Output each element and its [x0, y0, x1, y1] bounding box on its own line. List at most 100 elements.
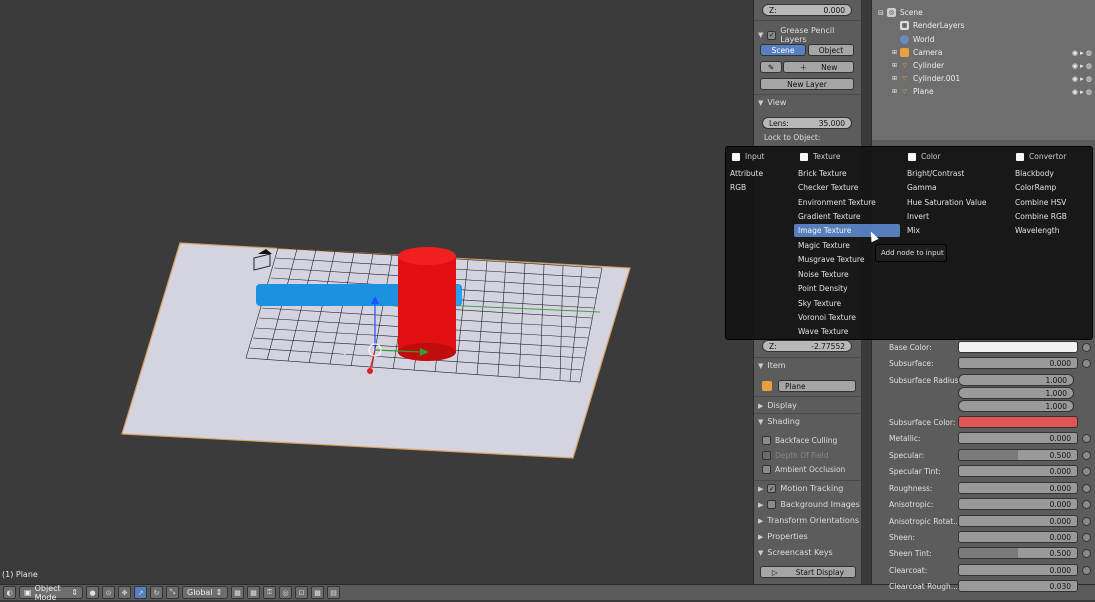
menu-item-voronoi-texture[interactable]: Voronoi Texture [794, 311, 900, 324]
visibility-eye-icon[interactable]: ◉ ▸ ◍ [1072, 88, 1092, 96]
menu-item-checker-texture[interactable]: Checker Texture [794, 181, 900, 194]
subsurface-radius-y[interactable]: 1.000 [958, 387, 1074, 399]
sheen-tint-field[interactable]: 0.500 [958, 547, 1078, 559]
editor-type-icon[interactable]: ◐ [3, 586, 16, 599]
visibility-eye-icon[interactable]: ◉ ▸ ◍ [1072, 62, 1092, 70]
menu-item-attribute[interactable]: Attribute [726, 167, 790, 180]
subsurface-field[interactable]: 0.000 [958, 357, 1078, 369]
menu-item-bright-contrast[interactable]: Bright/Contrast [903, 167, 1007, 180]
expand-icon[interactable]: ⊞ [892, 49, 897, 56]
render-icon[interactable]: ▩ [311, 586, 324, 599]
specular-field[interactable]: 0.500 [958, 449, 1078, 461]
metallic-field[interactable]: 0.000 [958, 432, 1078, 444]
outliner-row-cylinder[interactable]: ⊞ ▽ Cylinder ◉ ▸ ◍ [872, 59, 1095, 72]
menu-item-invert[interactable]: Invert [903, 210, 1007, 223]
z-field-top[interactable]: Z: 0.000 [762, 4, 852, 16]
link-socket-icon[interactable] [1082, 359, 1091, 368]
screencast-keys-header[interactable]: ▼ Screencast Keys [758, 548, 833, 557]
snap-icon[interactable]: ⊡ [295, 586, 308, 599]
link-socket-icon[interactable] [1082, 517, 1091, 526]
menu-item-gradient-texture[interactable]: Gradient Texture [794, 210, 900, 223]
menu-item-blackbody[interactable]: Blackbody [1011, 167, 1091, 180]
ambient-occlusion-toggle[interactable]: Ambient Occlusion [762, 465, 845, 474]
checkbox-icon[interactable] [762, 451, 771, 460]
sheen-field[interactable]: 0.000 [958, 531, 1078, 543]
outliner-row-scene[interactable]: ⊟ ◎ Scene [872, 6, 1095, 19]
subsurface-radius-x[interactable]: 1.000 [958, 374, 1074, 386]
item-header[interactable]: ▼ Item [758, 361, 786, 370]
anisotropic-rotation-field[interactable]: 0.000 [958, 515, 1078, 527]
menu-item-noise-texture[interactable]: Noise Texture [794, 268, 900, 281]
menu-item-combine-hsv[interactable]: Combine HSV [1011, 196, 1091, 209]
pivot-point-icon[interactable]: ⊙ [102, 586, 115, 599]
layers-icon[interactable]: ▦ [231, 586, 244, 599]
menu-item-wavelength[interactable]: Wavelength [1011, 224, 1091, 237]
rotate-icon[interactable]: ↻ [150, 586, 163, 599]
base-color-swatch[interactable] [958, 341, 1078, 353]
new-layer-button[interactable]: New Layer [760, 78, 854, 90]
menu-item-brick-texture[interactable]: Brick Texture [794, 167, 900, 180]
checkbox-icon[interactable]: ✓ [767, 484, 777, 493]
lens-field[interactable]: Lens: 35.000 [762, 117, 852, 129]
pencil-icon[interactable]: ✎ [760, 61, 782, 73]
menu-item-point-density[interactable]: Point Density [794, 282, 900, 295]
expand-icon[interactable]: ⊞ [892, 88, 897, 95]
expand-icon[interactable]: ⊞ [892, 75, 897, 82]
proportional-edit-icon[interactable]: ◎ [279, 586, 292, 599]
menu-item-gamma[interactable]: Gamma [903, 181, 1007, 194]
clearcoat-roughness-field[interactable]: 0.030 [958, 580, 1078, 592]
properties-header[interactable]: ▶ Properties [758, 532, 808, 541]
outliner-row-renderlayers[interactable]: ▦ RenderLayers [872, 19, 1095, 32]
checkbox-icon[interactable] [762, 465, 771, 474]
checkbox-icon[interactable]: ✓ [767, 30, 777, 40]
3d-viewport[interactable]: (1) Plane [0, 0, 753, 584]
background-images-header[interactable]: ▶ Background Images [758, 500, 860, 509]
z-field-bottom[interactable]: Z: -2.77552 [762, 340, 852, 352]
checkbox-icon[interactable] [767, 500, 777, 509]
display-header[interactable]: ▶ Display [758, 401, 797, 410]
backface-culling-toggle[interactable]: Backface Culling [762, 436, 837, 445]
scene-tab[interactable]: Scene [760, 44, 806, 56]
link-socket-icon[interactable] [1082, 533, 1091, 542]
menu-item-mix[interactable]: Mix [903, 224, 1007, 237]
scale-icon[interactable]: ⤡ [166, 586, 179, 599]
manipulator-icon[interactable]: ✥ [118, 586, 131, 599]
link-socket-icon[interactable] [1082, 549, 1091, 558]
link-socket-icon[interactable] [1082, 451, 1091, 460]
checkbox-icon[interactable] [762, 436, 771, 445]
visibility-eye-icon[interactable]: ◉ ▸ ◍ [1072, 75, 1092, 83]
viewport-shading-icon[interactable]: ● [86, 586, 99, 599]
menu-item-hue-saturation-value[interactable]: Hue Saturation Value [903, 196, 1007, 209]
object-tab[interactable]: Object [808, 44, 854, 56]
clearcoat-field[interactable]: 0.000 [958, 564, 1078, 576]
link-socket-icon[interactable] [1082, 484, 1091, 493]
menu-item-combine-rgb[interactable]: Combine RGB [1011, 210, 1091, 223]
anisotropic-field[interactable]: 0.000 [958, 498, 1078, 510]
outliner-row-world[interactable]: World [872, 33, 1095, 46]
link-socket-icon[interactable] [1082, 434, 1091, 443]
depth-of-field-toggle[interactable]: Depth Of Field [762, 451, 828, 460]
transform-orientations-header[interactable]: ▶ Transform Orientations [758, 516, 859, 525]
menu-item-rgb[interactable]: RGB [726, 181, 790, 194]
mode-selector[interactable]: ▣ Object Mode ⇕ [19, 584, 83, 602]
start-display-button[interactable]: ▷ Start Display [760, 566, 856, 578]
roughness-field[interactable]: 0.000 [958, 482, 1078, 494]
view-header[interactable]: ▼ View [758, 98, 786, 107]
expand-icon[interactable]: ⊟ [878, 9, 884, 17]
new-button[interactable]: ＋ New [783, 61, 854, 73]
outliner-row-plane[interactable]: ⊞ ▽ Plane ◉ ▸ ◍ [872, 85, 1095, 98]
visibility-eye-icon[interactable]: ◉ ▸ ◍ [1072, 49, 1092, 57]
link-socket-icon[interactable] [1082, 343, 1091, 352]
translate-icon[interactable]: ↗ [134, 586, 147, 599]
menu-item-colorramp[interactable]: ColorRamp [1011, 181, 1091, 194]
specular-tint-field[interactable]: 0.000 [958, 465, 1078, 477]
expand-icon[interactable]: ⊞ [892, 62, 897, 69]
link-socket-icon[interactable] [1082, 467, 1091, 476]
motion-tracking-header[interactable]: ▶ ✓ Motion Tracking [758, 484, 843, 493]
link-socket-icon[interactable] [1082, 500, 1091, 509]
subsurface-radius-z[interactable]: 1.000 [958, 400, 1074, 412]
item-name-field[interactable]: Plane [778, 380, 856, 392]
menu-item-wave-texture[interactable]: Wave Texture [794, 325, 900, 338]
render-animation-icon[interactable]: ▤ [327, 586, 340, 599]
lock-icon[interactable]: ⚿ [263, 586, 276, 599]
